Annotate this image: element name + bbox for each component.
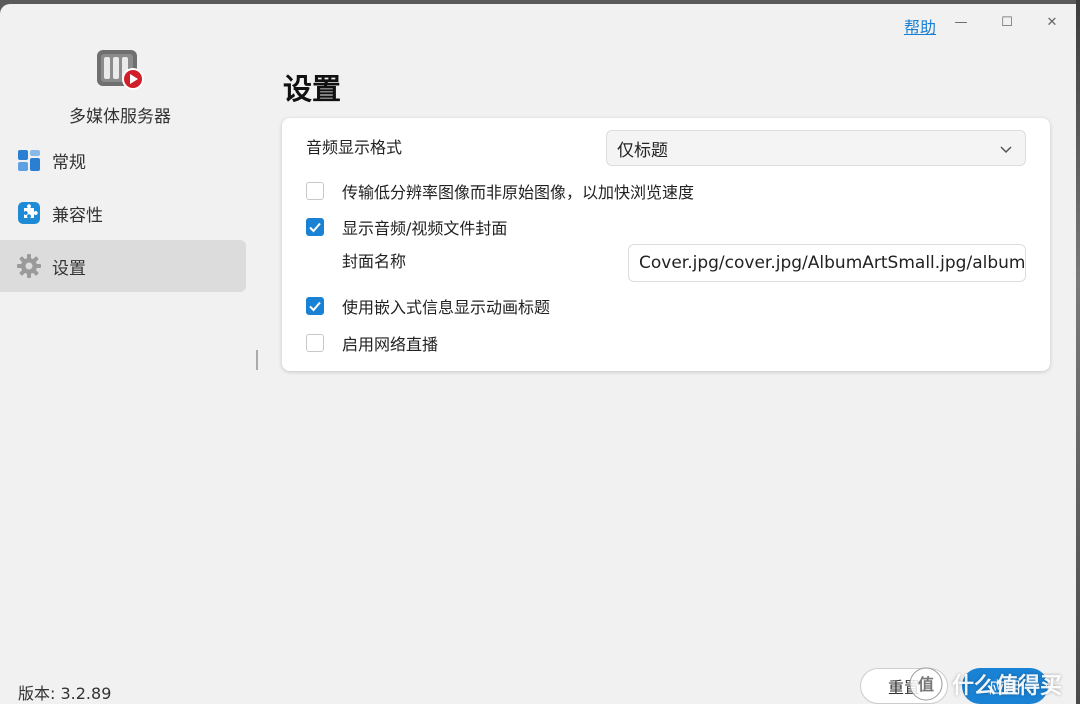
gear-icon	[16, 253, 42, 279]
sidebar-item-label: 兼容性	[52, 205, 103, 226]
sidebar-item-compatibility[interactable]: 兼容性	[0, 187, 246, 239]
puzzle-icon	[16, 200, 42, 226]
low-res-label: 传输低分辨率图像而非原始图像，以加快浏览速度	[342, 183, 695, 202]
audio-format-selected: 仅标题	[617, 140, 668, 161]
show-cover-checkbox[interactable]	[306, 218, 324, 236]
minimize-button[interactable]: —	[951, 12, 971, 32]
help-link[interactable]: 帮助	[904, 14, 936, 38]
sidebar-item-label: 常规	[52, 152, 86, 173]
live-stream-label: 启用网络直播	[342, 335, 439, 354]
low-res-option[interactable]: 传输低分辨率图像而非原始图像，以加快浏览速度	[306, 180, 694, 202]
sidebar-item-settings[interactable]: 设置	[0, 240, 246, 292]
show-cover-option[interactable]: 显示音频/视频文件封面	[306, 216, 507, 238]
general-icon	[16, 147, 42, 173]
audio-format-label: 音频显示格式	[306, 138, 403, 157]
reset-button[interactable]: 重置	[860, 668, 948, 704]
live-stream-checkbox[interactable]	[306, 334, 324, 352]
media-server-icon	[96, 48, 144, 92]
check-icon	[309, 222, 321, 233]
check-icon	[309, 301, 321, 312]
version-label: 版本: 3.2.89	[18, 684, 112, 703]
live-stream-option[interactable]: 启用网络直播	[306, 332, 438, 354]
audio-format-select[interactable]: 仅标题	[606, 130, 1026, 166]
settings-card: 音频显示格式 仅标题 传输低分辨率图像而非原始图像，以加快浏览速度 显示音频/视…	[282, 118, 1050, 371]
show-cover-label: 显示音频/视频文件封面	[342, 219, 508, 238]
sidebar-item-general[interactable]: 常规	[0, 134, 246, 186]
close-button[interactable]: ✕	[1042, 12, 1062, 32]
sidebar-item-label: 设置	[52, 258, 86, 279]
low-res-checkbox[interactable]	[306, 182, 324, 200]
app-name: 多媒体服务器	[69, 107, 171, 127]
sidebar: 多媒体服务器 常规 兼容性 设置 版本: 3.2.89	[0, 4, 250, 704]
cover-name-input[interactable]: Cover.jpg/cover.jpg/AlbumArtSmall.jpg/al…	[628, 244, 1026, 282]
maximize-button[interactable]: ☐	[997, 12, 1017, 32]
embedded-info-checkbox[interactable]	[306, 297, 324, 315]
cover-name-label: 封面名称	[342, 252, 407, 271]
chevron-down-icon	[999, 141, 1013, 155]
app-window: 帮助 — ☐ ✕ 多媒体服务器 常规 兼容性 设置 版本: 3.2.89 设置 …	[0, 4, 1076, 704]
sidebar-resize-handle[interactable]	[256, 350, 258, 370]
embedded-info-label: 使用嵌入式信息显示动画标题	[342, 298, 551, 317]
desktop-background-edge	[1076, 0, 1080, 704]
page-title: 设置	[283, 72, 342, 106]
embedded-info-option[interactable]: 使用嵌入式信息显示动画标题	[306, 295, 550, 317]
apply-button[interactable]: 应用	[962, 668, 1048, 704]
